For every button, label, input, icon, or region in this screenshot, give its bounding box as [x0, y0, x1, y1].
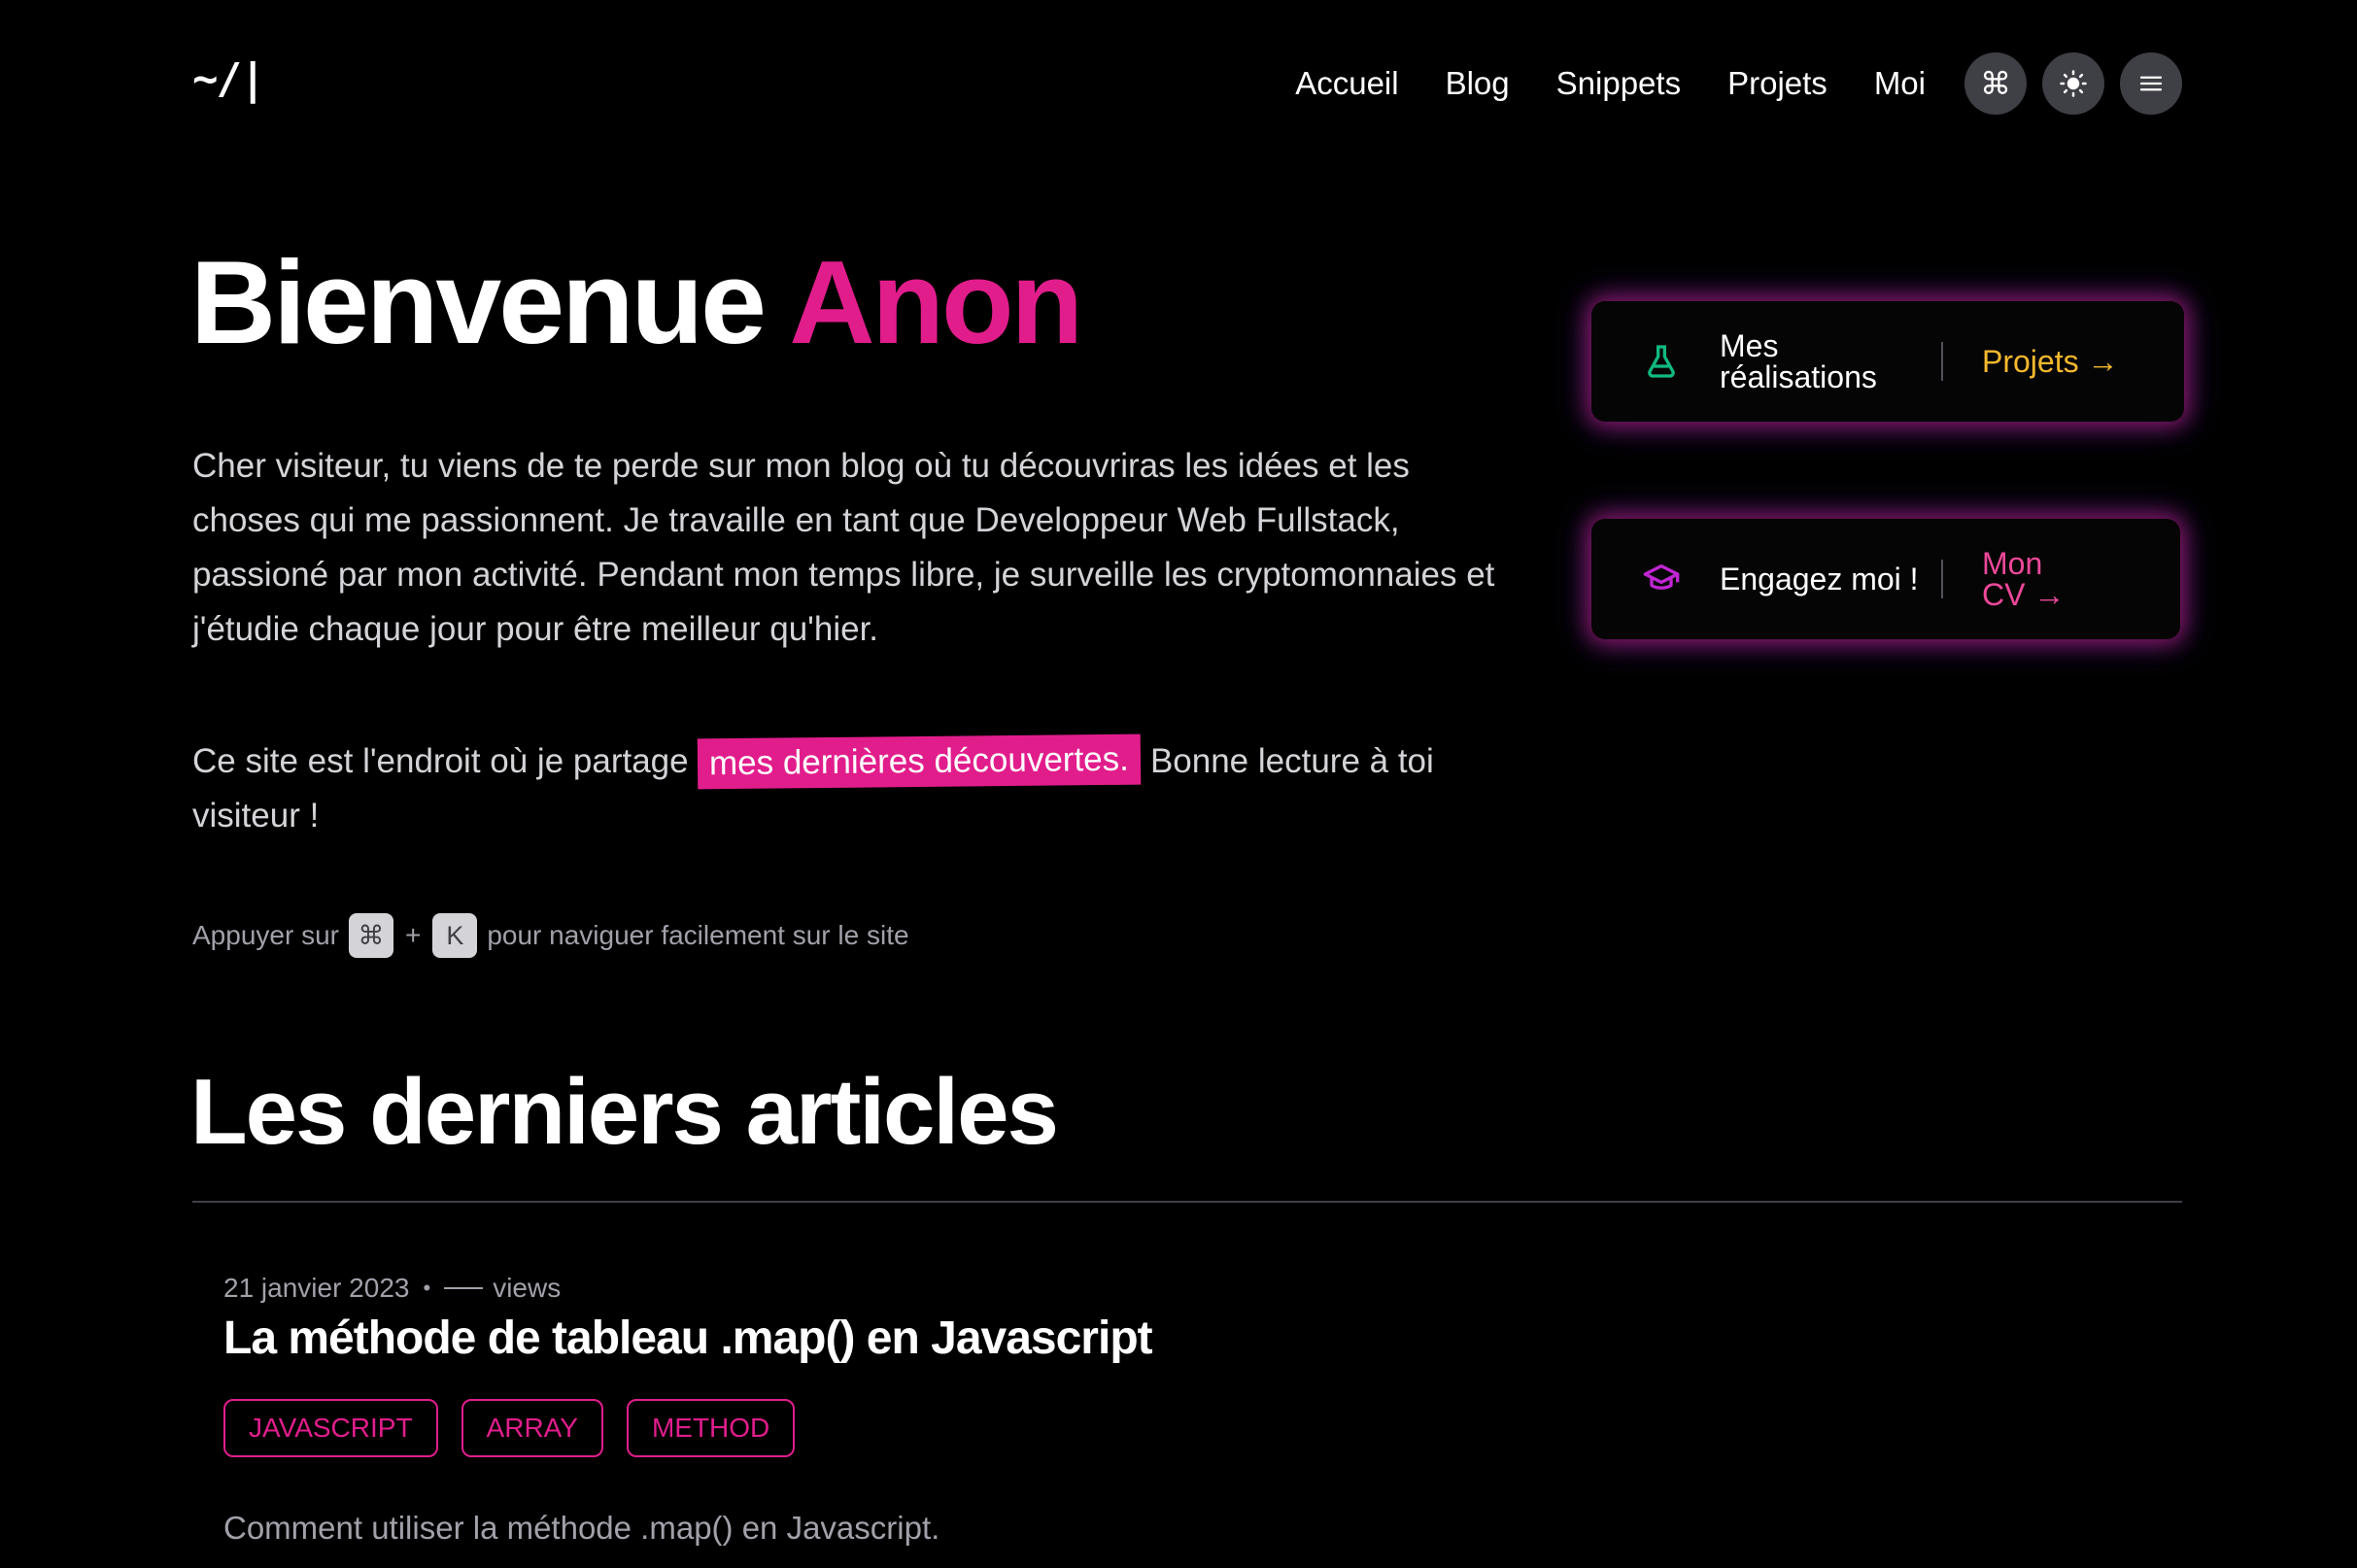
section-divider: [192, 1201, 2182, 1203]
views-label: views: [493, 1273, 562, 1303]
tag-method[interactable]: METHOD: [626, 1399, 796, 1457]
projects-card-text: Mes réalisations: [1720, 328, 1877, 394]
main-nav: Accueil Blog Snippets Projets Moi ⌘: [1295, 52, 2182, 115]
sun-icon: [2060, 70, 2087, 97]
meta-separator: •: [423, 1276, 431, 1300]
views-count-placeholder: [444, 1287, 484, 1289]
nav-link-snippets[interactable]: Snippets: [1556, 54, 1681, 113]
article-date: 21 janvier 2023: [223, 1273, 410, 1303]
hire-me-card-text: Engagez moi !: [1720, 562, 1919, 597]
graduation-cap-icon: [1643, 564, 1680, 590]
site-logo[interactable]: ~/|: [192, 54, 265, 104]
hamburger-menu-icon: [2139, 76, 2163, 91]
hint-text-before: Appuyer sur: [192, 920, 339, 950]
articles-section-title: Les derniers articles: [190, 1060, 1059, 1164]
keyboard-hint: Appuyer sur ⌘ + K pour naviguer facileme…: [192, 913, 909, 958]
hire-me-card[interactable]: Engagez moi ! Mon CV →: [1591, 519, 2180, 639]
card-divider: [1941, 560, 1943, 598]
intro2-text-before: Ce site est l'endroit où je partage: [192, 742, 699, 780]
nav-link-blog[interactable]: Blog: [1446, 54, 1510, 113]
kbd-command: ⌘: [348, 913, 393, 958]
kbd-plus: +: [404, 920, 422, 950]
menu-button[interactable]: [2120, 52, 2182, 115]
kbd-k: K: [432, 913, 478, 958]
intro-paragraph: Cher visiteur, tu viens de te perde sur …: [192, 447, 1495, 648]
article-title-link[interactable]: La méthode de tableau .map() en Javascri…: [223, 1312, 1153, 1365]
hero-title: Bienvenue Anon: [190, 236, 1083, 368]
nav-link-moi[interactable]: Moi: [1874, 54, 1926, 113]
command-palette-button[interactable]: ⌘: [1964, 52, 2027, 115]
nav-link-projets[interactable]: Projets: [1727, 54, 1828, 113]
intro-paragraph-2: Ce site est l'endroit où je partage mes …: [192, 733, 1514, 843]
highlighted-text: mes dernières découvertes.: [698, 733, 1142, 790]
article-meta: 21 janvier 2023 • views: [223, 1273, 561, 1304]
card-divider: [1941, 342, 1943, 381]
hint-text-after: pour naviguer facilement sur le site: [487, 920, 909, 950]
projects-card[interactable]: Mes réalisations Projets →: [1591, 301, 2184, 422]
hero-title-main: Bienvenue: [190, 236, 790, 368]
command-icon: ⌘: [1980, 66, 2011, 101]
article-tags: JAVASCRIPT ARRAY METHOD: [223, 1399, 818, 1457]
nav-link-accueil[interactable]: Accueil: [1295, 54, 1398, 113]
tag-array[interactable]: ARRAY: [461, 1399, 603, 1457]
projects-link[interactable]: Projets →: [1982, 344, 2118, 380]
article-excerpt: Comment utiliser la méthode .map() en Ja…: [223, 1510, 940, 1546]
cv-link[interactable]: Mon CV →: [1982, 548, 2069, 610]
tag-javascript[interactable]: JAVASCRIPT: [223, 1399, 438, 1457]
hero-title-name: Anon: [789, 236, 1083, 368]
flask-icon: [1648, 345, 1675, 378]
theme-toggle-button[interactable]: [2042, 52, 2104, 115]
